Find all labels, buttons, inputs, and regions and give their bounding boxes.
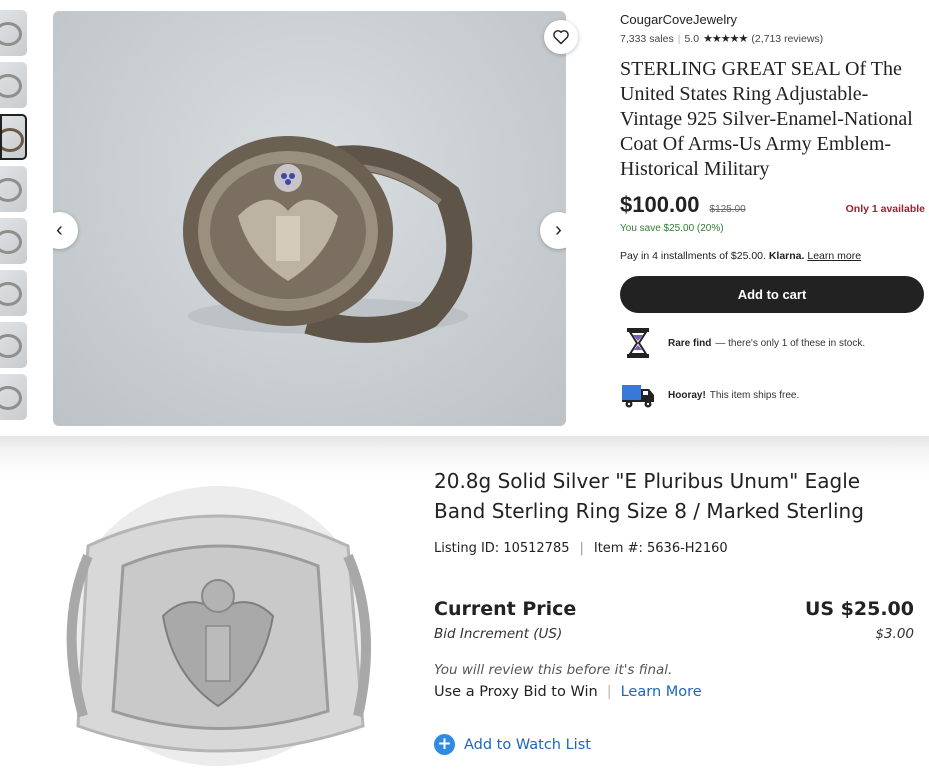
thumbnail[interactable] <box>0 270 27 316</box>
thumbnail-selected[interactable] <box>0 114 27 160</box>
proxy-learn-more-link[interactable]: Learn More <box>621 684 702 700</box>
watch-list-label: Add to Watch List <box>464 736 591 753</box>
rating-value: 5.0 <box>684 32 700 45</box>
plus-circle-icon: + <box>434 734 455 755</box>
add-to-watch-list-button[interactable]: + Add to Watch List <box>434 734 914 755</box>
thumbnail-strip <box>0 10 27 426</box>
divider: | <box>579 541 584 556</box>
star-rating-icon: ★★★★★ <box>703 33 748 45</box>
divider: | <box>677 32 681 45</box>
bid-increment-value: $3.00 <box>875 626 914 642</box>
savings-text: You save $25.00 (20%) <box>620 223 724 234</box>
chevron-left-icon: ‹ <box>56 219 63 241</box>
price-row: $100.00 $125.00 Only 1 available <box>620 192 925 218</box>
heart-icon <box>553 30 569 45</box>
free-shipping-text: This item ships free. <box>709 389 800 401</box>
current-price-row: Current Price US $25.00 <box>434 598 914 620</box>
review-note: You will review this before it's final. <box>434 662 673 678</box>
product-main-image: ‹ › <box>53 11 566 426</box>
item-number: Item #: 5636-H2160 <box>593 541 728 556</box>
thumbnail[interactable] <box>0 62 27 108</box>
chevron-right-icon: › <box>555 219 562 241</box>
current-price-label: Current Price <box>434 598 577 620</box>
auction-listing-panel: 20.8g Solid Silver "E Pluribus Unum" Eag… <box>0 436 929 777</box>
thumbnail[interactable] <box>0 218 27 264</box>
etsy-listing-panel: ‹ › CougarCoveJewelry 7,333 sales | 5.0 … <box>0 0 929 436</box>
ring-photo <box>183 136 473 343</box>
thumbnail[interactable] <box>0 166 27 212</box>
thumbnail[interactable] <box>0 322 27 368</box>
divider: | <box>606 684 612 700</box>
listing-info: CougarCoveJewelry 7,333 sales | 5.0 ★★★★… <box>620 12 925 412</box>
thumbnail[interactable] <box>0 374 27 420</box>
previous-image-button[interactable]: ‹ <box>53 212 78 249</box>
shop-name-link[interactable]: CougarCoveJewelry <box>620 12 925 27</box>
reviews-link[interactable]: (2,713 reviews) <box>751 33 823 45</box>
sales-count: 7,333 sales <box>620 32 674 45</box>
add-to-cart-button[interactable]: Add to cart <box>620 276 924 313</box>
rare-find-perk: Rare find — there's only 1 of these in st… <box>620 326 925 360</box>
thumbnail[interactable] <box>0 10 27 56</box>
next-image-button[interactable]: › <box>540 212 566 249</box>
auction-product-image <box>28 476 408 776</box>
proxy-bid-row: Use a Proxy Bid to Win | Learn More <box>434 684 914 700</box>
klarna-learn-more-link[interactable]: Learn more <box>807 250 861 262</box>
listing-id: Listing ID: 10512785 <box>434 541 570 556</box>
auction-info: 20.8g Solid Silver "E Pluribus Unum" Eag… <box>434 466 914 755</box>
klarna-installments: Pay in 4 installments of $25.00. Klarna.… <box>620 250 925 262</box>
bid-increment-row: Bid Increment (US) $3.00 <box>434 626 914 642</box>
ring-photo <box>66 486 371 766</box>
hourglass-icon <box>620 326 656 360</box>
free-shipping-perk: Hooray! This item ships free. <box>620 378 925 412</box>
bid-increment-label: Bid Increment (US) <box>434 626 563 642</box>
rare-find-text: — there's only 1 of these in stock. <box>715 337 866 349</box>
truck-icon <box>620 378 656 412</box>
favorite-button[interactable] <box>544 20 578 54</box>
product-title: STERLING GREAT SEAL Of The United States… <box>620 58 913 180</box>
proxy-bid-text: Use a Proxy Bid to Win <box>434 684 598 700</box>
auction-title: 20.8g Solid Silver "E Pluribus Unum" Eag… <box>434 469 864 523</box>
original-price: $125.00 <box>709 204 746 215</box>
availability-badge: Only 1 available <box>845 203 925 215</box>
rare-find-title: Rare find <box>668 337 712 349</box>
current-price: $100.00 <box>620 192 700 217</box>
free-shipping-title: Hooray! <box>668 389 706 401</box>
shop-stats: 7,333 sales | 5.0 ★★★★★ (2,713 reviews) <box>620 32 925 46</box>
klarna-logo: Klarna. <box>768 250 805 262</box>
current-price-value: US $25.00 <box>804 598 914 620</box>
installments-text: Pay in 4 installments of $25.00. <box>620 250 766 262</box>
listing-ids: Listing ID: 10512785 | Item #: 5636-H216… <box>434 541 914 556</box>
